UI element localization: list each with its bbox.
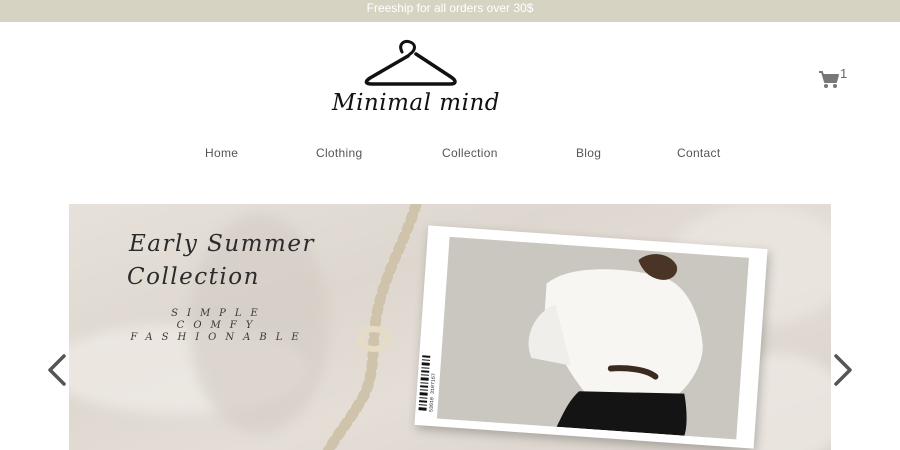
hero-title-line: Collection [127,264,260,290]
hero-title: Early Summer Collection [127,228,315,294]
hero-title-line: Early Summer [129,231,315,257]
cart-count-badge: 1 [840,66,848,81]
carousel-prev-button[interactable] [44,352,70,388]
hanger-icon [364,40,457,86]
tagline-word: SIMPLE [171,308,267,319]
nav-item-home[interactable]: Home [205,146,238,160]
tagline-word: FASHIONABLE [130,332,308,343]
hero-banner: Early Summer Collection SIMPLE COMFY FAS… [69,204,831,450]
nav-item-contact[interactable]: Contact [677,146,720,160]
barcode-icon: 53610 3107167 [417,353,437,414]
cart-button[interactable]: 1 [818,66,854,90]
nav-item-clothing[interactable]: Clothing [316,146,362,160]
model-figure-image [436,236,749,440]
carousel-next-button[interactable] [830,352,856,388]
brand-logo[interactable]: Minimal mind [320,38,510,124]
chevron-right-icon [834,354,852,386]
tagline-word: COMFY [176,320,262,331]
product-photo-card: 53610 3107167 [414,225,768,449]
announcement-text: Freeship for all orders over 30$ [366,1,534,15]
brand-name: Minimal mind [332,90,500,116]
main-nav: Home Clothing Collection Blog Contact [0,146,900,162]
cart-icon [819,71,839,88]
announcement-bar: Freeship for all orders over 30$ [0,0,900,22]
nav-item-blog[interactable]: Blog [576,146,601,160]
hero-tagline: SIMPLE COMFY FASHIONABLE [89,308,349,344]
chevron-left-icon [48,354,66,386]
model-photo [436,236,749,440]
nav-item-collection[interactable]: Collection [442,146,498,160]
